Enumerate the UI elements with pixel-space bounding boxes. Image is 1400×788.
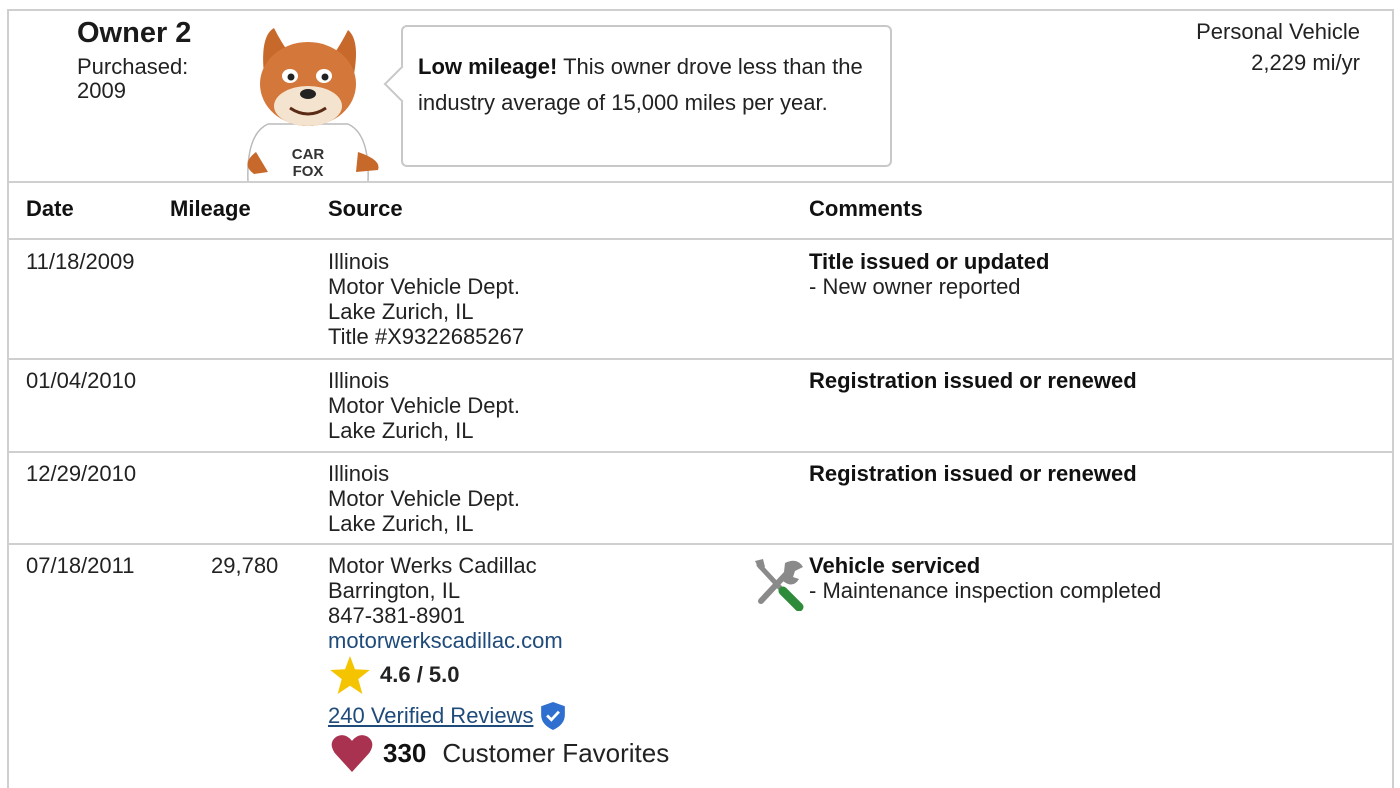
column-header-date: Date [26,196,74,221]
comment-title: Title issued or updated [809,249,1050,274]
row-source: Motor Werks Cadillac Barrington, IL 847-… [328,553,563,653]
dealer-rating: 4.6 / 5.0 [330,656,460,694]
source-line: Lake Zurich, IL [328,418,474,443]
owner-info: Owner 2 Purchased: 2009 [77,16,217,103]
divider [7,238,1394,240]
carfox-mascot-icon: CAR FOX [247,28,379,182]
source-line: Title #X9322685267 [328,324,525,349]
row-comments: Title issued or updated - New owner repo… [809,249,1049,299]
row-comments: Registration issued or renewed [809,368,1137,393]
source-line: Lake Zurich, IL [328,299,474,324]
dealer-website-link[interactable]: motorwerkscadillac.com [328,628,563,653]
mascot-shirt-line2: FOX [293,163,324,180]
row-date: 07/18/2011 [26,553,135,578]
mascot-shirt-line1: CAR [292,146,325,163]
row-source: Illinois Motor Vehicle Dept. Lake Zurich… [328,249,524,349]
row-comments: Vehicle serviced - Maintenance inspectio… [809,553,1161,603]
owner-title: Owner 2 [77,17,192,49]
low-mileage-callout: Low mileage! This owner drove less than … [383,25,892,167]
source-line: Illinois [328,461,390,486]
comment-detail: - New owner reported [809,274,1021,299]
purchased-year: Purchased: 2009 [77,54,189,103]
source-line: 847-381-8901 [328,603,466,628]
rating-value: 4.6 / 5.0 [380,662,460,687]
row-date: 01/04/2010 [26,368,137,393]
verified-shield-icon [541,702,566,730]
divider [7,543,1394,545]
source-line: Barrington, IL [328,578,461,603]
vehicle-usage: Personal Vehicle 2,229 mi/yr [1196,16,1360,78]
column-header-mileage: Mileage [170,196,251,221]
divider [7,451,1394,453]
comment-title: Registration issued or renewed [809,461,1137,486]
column-header-comments: Comments [809,196,923,221]
reviews: 240 Verified Reviews [328,702,566,730]
heart-icon [331,735,373,772]
column-header-source: Source [328,196,403,221]
source-line: Motor Vehicle Dept. [328,486,520,511]
verified-reviews-link[interactable]: 240 Verified Reviews [328,703,533,729]
row-date: 11/18/2009 [26,249,135,274]
favorites-count: 330 [383,737,427,768]
service-wrench-screwdriver-icon [755,559,804,611]
row-source: Illinois Motor Vehicle Dept. Lake Zurich… [328,368,520,443]
row-comments: Registration issued or renewed [809,461,1137,486]
row-mileage: 29,780 [211,553,279,578]
miles-per-year: 2,229 mi/yr [1251,50,1360,75]
divider [7,358,1394,360]
callout-bold: Low mileage! [418,54,558,79]
customer-favorites: 330 Customer Favorites [331,734,669,772]
source-line: Motor Vehicle Dept. [328,393,520,418]
source-line: Illinois [328,249,390,274]
source-line: Motor Vehicle Dept. [328,274,520,299]
source-line: Illinois [328,368,390,393]
favorites-label: Customer Favorites [442,737,670,768]
comment-title: Registration issued or renewed [809,368,1137,393]
row-date: 12/29/2010 [26,461,137,486]
divider [7,181,1394,183]
source-line: Lake Zurich, IL [328,511,474,536]
comment-title: Vehicle serviced [809,553,981,578]
comment-detail: - Maintenance inspection completed [809,578,1162,603]
source-line: Motor Werks Cadillac [328,553,537,578]
star-icon [330,656,370,694]
row-source: Illinois Motor Vehicle Dept. Lake Zurich… [328,461,520,536]
vehicle-type: Personal Vehicle [1196,19,1360,44]
